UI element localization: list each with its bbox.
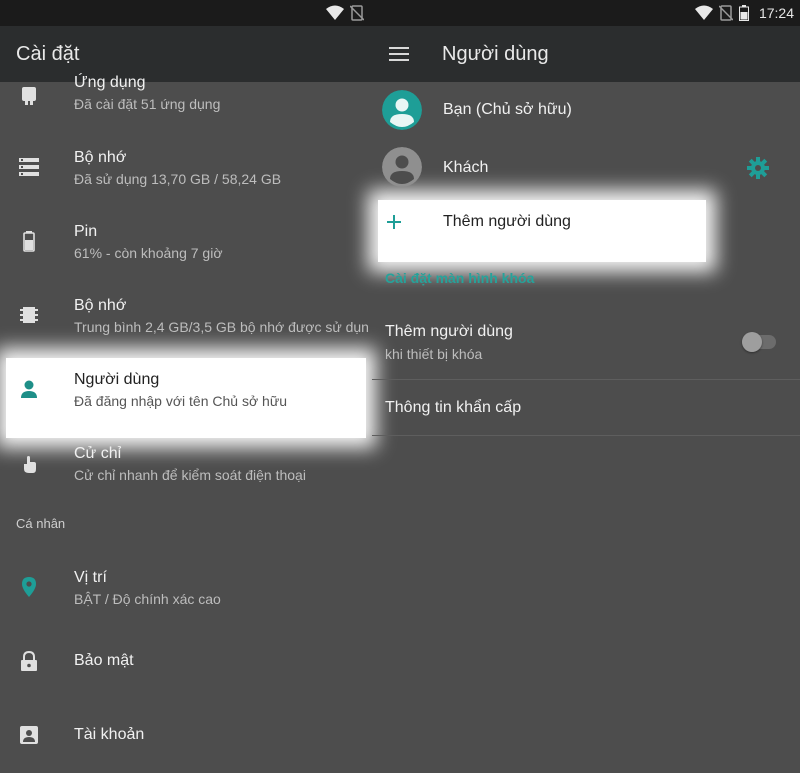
user-owner-row[interactable]: Bạn (Chủ sở hữu) (372, 82, 800, 138)
settings-item-subtitle: Đã cài đặt 51 ứng dụng (74, 96, 221, 112)
android-icon (22, 87, 36, 105)
lock-add-user-subtitle: khi thiết bị khóa (385, 346, 483, 362)
battery-icon (738, 5, 749, 21)
settings-item-storage[interactable]: Bộ nhớ Đã sử dụng 13,70 GB / 58,24 GB (0, 138, 372, 198)
settings-item-title: Cử chỉ (74, 445, 122, 462)
emergency-info-row[interactable]: Thông tin khẩn cấp (372, 380, 800, 435)
battery-icon (23, 231, 35, 252)
gesture-icon (24, 456, 36, 473)
user-guest-row[interactable]: Khách (372, 140, 800, 196)
lock-screen-add-user-row[interactable]: Thêm người dùng khi thiết bị khóa (372, 312, 800, 378)
settings-item-subtitle: Trung bình 2,4 GB/3,5 GB bộ nhớ được sử … (74, 319, 369, 335)
settings-app-bar: Cài đặt (0, 26, 372, 82)
settings-item-title: Bộ nhớ (74, 149, 127, 166)
personal-section-label: Cá nhân (16, 516, 66, 531)
status-time: 17:24 (758, 5, 794, 21)
settings-item-location[interactable]: Vị trí BẬT / Độ chính xác cao (0, 558, 372, 618)
lock-screen-section-label: Cài đặt màn hình khóa (385, 270, 535, 286)
settings-item-memory[interactable]: Bộ nhớ Trung bình 2,4 GB/3,5 GB bộ nhớ đ… (0, 286, 372, 346)
users-title: Người dùng (442, 43, 549, 65)
settings-item-apps[interactable]: Ứng dụng Đã cài đặt 51 ứng dụng (0, 74, 372, 122)
settings-list: Ứng dụng Đã cài đặt 51 ứng dụng Bộ nhớ Đ… (0, 74, 372, 773)
no-sim-icon (718, 5, 733, 21)
settings-item-subtitle: 61% - còn khoảng 7 giờ (74, 245, 223, 261)
settings-item-title: Bảo mật (74, 652, 134, 669)
status-left-icons (326, 5, 364, 21)
settings-item-title: Vị trí (74, 569, 107, 586)
settings-item-title: Bộ nhớ (74, 297, 127, 314)
settings-item-accounts[interactable]: Tài khoản (0, 712, 372, 758)
settings-item-security[interactable]: Bảo mật (0, 638, 372, 684)
wifi-icon (326, 5, 344, 20)
add-user-label: Thêm người dùng (443, 213, 571, 230)
divider (372, 435, 800, 436)
settings-item-users[interactable]: Người dùng Đã đăng nhập với tên Chủ sở h… (0, 360, 372, 420)
lock-add-user-title: Thêm người dùng (385, 323, 513, 340)
toggle-thumb (742, 332, 762, 352)
guest-avatar-icon (382, 147, 422, 187)
settings-item-title: Ứng dụng (74, 74, 146, 91)
settings-title: Cài đặt (16, 43, 80, 65)
users-app-bar: Người dùng (372, 26, 800, 82)
gear-icon[interactable] (746, 156, 770, 180)
settings-item-title: Pin (74, 223, 98, 240)
owner-avatar-icon (382, 90, 422, 130)
storage-icon (19, 158, 39, 176)
settings-item-battery[interactable]: Pin 61% - còn khoảng 7 giờ (0, 212, 372, 272)
settings-item-subtitle: BẬT / Độ chính xác cao (74, 591, 221, 607)
users-panel: Bạn (Chủ sở hữu) Khách Thêm người dùng C… (372, 82, 800, 773)
settings-item-subtitle: Đã đăng nhập với tên Chủ sở hữu (74, 393, 287, 409)
memory-icon (20, 307, 38, 323)
settings-item-gestures[interactable]: Cử chỉ Cử chỉ nhanh để kiểm soát điện th… (0, 434, 372, 494)
lock-icon (21, 650, 37, 671)
guest-name: Khách (443, 159, 489, 176)
no-sim-icon (350, 5, 364, 21)
person-icon (21, 380, 37, 398)
settings-item-subtitle: Đã sử dụng 13,70 GB / 58,24 GB (74, 171, 282, 187)
status-right-icons: 17:24 (694, 5, 794, 21)
menu-icon[interactable] (386, 42, 412, 66)
emergency-info-label: Thông tin khẩn cấp (385, 399, 522, 416)
settings-item-title: Người dùng (74, 371, 160, 388)
location-icon (22, 577, 36, 597)
status-bar: 17:24 (0, 0, 800, 26)
add-user-button[interactable]: Thêm người dùng (372, 200, 712, 262)
settings-item-title: Tài khoản (74, 726, 145, 743)
settings-item-subtitle: Cử chỉ nhanh để kiểm soát điện thoại (74, 467, 306, 483)
plus-icon (387, 215, 401, 229)
wifi-icon (694, 5, 713, 20)
account-icon (20, 726, 38, 744)
owner-name: Bạn (Chủ sở hữu) (443, 101, 572, 118)
